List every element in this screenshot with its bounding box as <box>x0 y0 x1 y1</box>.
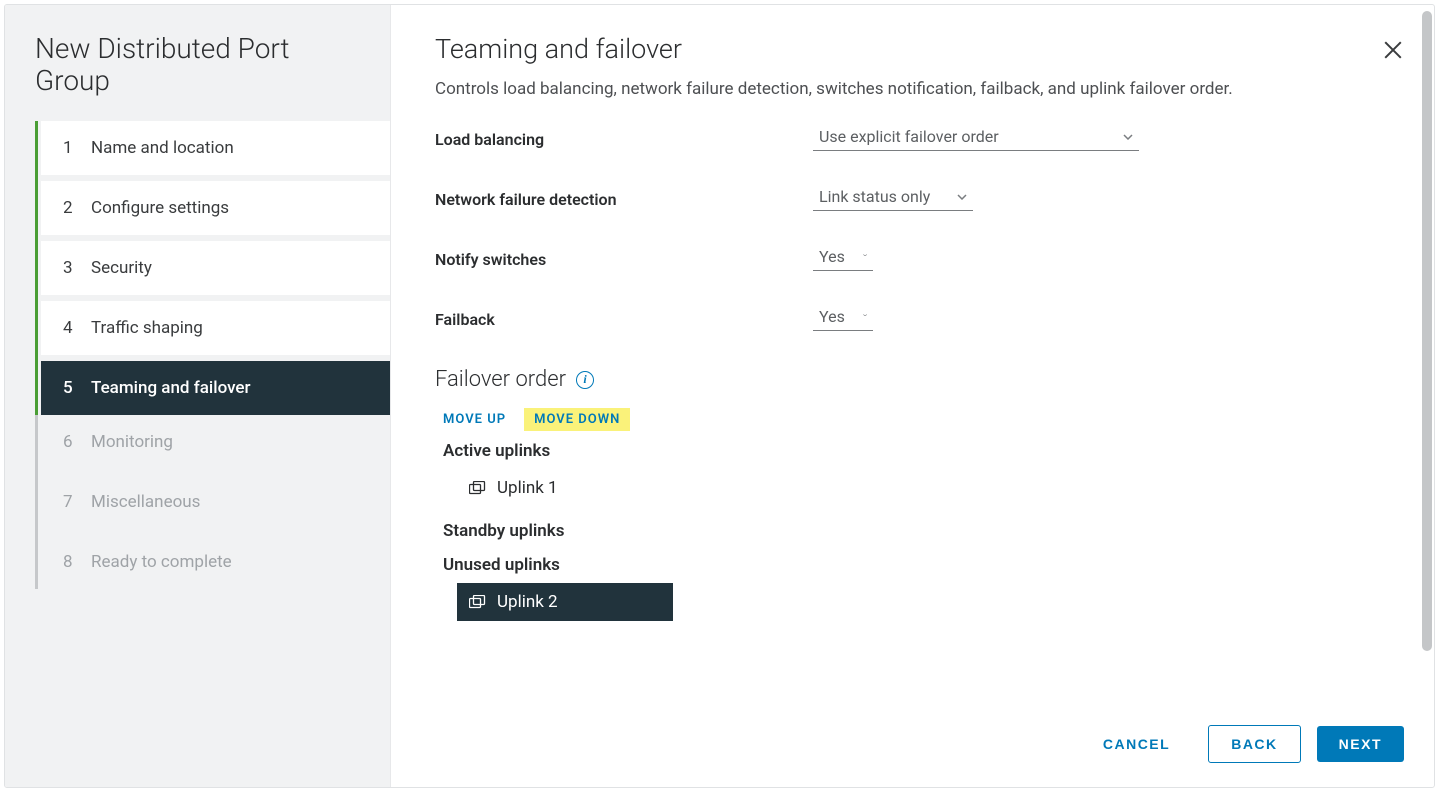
label-notify-switches: Notify switches <box>435 250 813 269</box>
next-button[interactable]: NEXT <box>1317 726 1404 762</box>
row-load-balancing: Load balancing Use explicit failover ord… <box>435 127 1394 151</box>
row-failback: Failback Yes <box>435 307 1394 331</box>
step-traffic-shaping[interactable]: 4 Traffic shaping <box>41 301 390 355</box>
uplink-label: Uplink 1 <box>497 478 558 498</box>
wizard-modal: New Distributed Port Group 1 Name and lo… <box>4 4 1435 788</box>
step-number: 8 <box>63 552 77 572</box>
steps-future-group: 6 Monitoring 7 Miscellaneous 8 Ready to … <box>35 415 390 589</box>
step-label: Configure settings <box>91 198 229 218</box>
unused-uplinks-label: Unused uplinks <box>443 555 1394 575</box>
cancel-button[interactable]: CANCEL <box>1081 726 1192 762</box>
uplink-icon <box>469 481 487 495</box>
step-label: Traffic shaping <box>91 318 203 338</box>
move-down-button[interactable]: MOVE DOWN <box>524 408 630 431</box>
select-value: Yes <box>819 247 845 266</box>
wizard-sidebar: New Distributed Port Group 1 Name and lo… <box>5 5 391 787</box>
select-load-balancing[interactable]: Use explicit failover order <box>813 127 1139 151</box>
step-number: 5 <box>63 378 77 398</box>
step-security[interactable]: 3 Security <box>41 241 390 295</box>
close-icon[interactable] <box>1382 39 1404 61</box>
step-configure-settings[interactable]: 2 Configure settings <box>41 181 390 235</box>
uplink-icon <box>469 595 487 609</box>
step-monitoring[interactable]: 6 Monitoring <box>41 415 390 469</box>
panel-title: Teaming and failover <box>435 33 1394 65</box>
step-miscellaneous[interactable]: 7 Miscellaneous <box>41 475 390 529</box>
step-label: Ready to complete <box>91 552 232 572</box>
back-button[interactable]: BACK <box>1208 725 1300 763</box>
step-label: Miscellaneous <box>91 492 200 512</box>
step-number: 7 <box>63 492 77 512</box>
select-network-failure-detection[interactable]: Link status only <box>813 187 973 211</box>
step-number: 6 <box>63 432 77 452</box>
step-number: 4 <box>63 318 77 338</box>
step-label: Monitoring <box>91 432 173 452</box>
wizard-title: New Distributed Port Group <box>5 33 390 121</box>
row-network-failure-detection: Network failure detection Link status on… <box>435 187 1394 211</box>
select-value: Link status only <box>819 187 930 206</box>
steps-completed-active-group: 1 Name and location 2 Configure settings… <box>35 121 390 415</box>
info-icon[interactable]: i <box>576 371 594 389</box>
uplink-item-uplink-1[interactable]: Uplink 1 <box>457 469 673 507</box>
uplink-item-uplink-2[interactable]: Uplink 2 <box>457 583 673 621</box>
chevron-down-icon <box>957 194 967 200</box>
chevron-down-icon <box>863 314 867 320</box>
label-failback: Failback <box>435 310 813 329</box>
select-value: Use explicit failover order <box>819 127 999 146</box>
chevron-down-icon <box>863 254 867 260</box>
label-load-balancing: Load balancing <box>435 130 813 149</box>
select-notify-switches[interactable]: Yes <box>813 247 873 271</box>
step-number: 3 <box>63 258 77 278</box>
failover-order-heading: Failover order i <box>435 367 1394 392</box>
select-value: Yes <box>819 307 845 326</box>
step-number: 2 <box>63 198 77 218</box>
wizard-content: Teaming and failover Controls load balan… <box>391 5 1434 787</box>
wizard-steps: 1 Name and location 2 Configure settings… <box>5 121 390 589</box>
move-buttons: MOVE UP MOVE DOWN <box>443 412 1394 427</box>
move-up-button[interactable]: MOVE UP <box>443 412 506 427</box>
uplink-label: Uplink 2 <box>497 592 558 612</box>
step-ready-to-complete[interactable]: 8 Ready to complete <box>41 535 390 589</box>
scrollbar[interactable] <box>1422 11 1432 651</box>
select-failback[interactable]: Yes <box>813 307 873 331</box>
standby-uplinks-label: Standby uplinks <box>443 521 1394 541</box>
step-label: Security <box>91 258 152 278</box>
wizard-footer: CANCEL BACK NEXT <box>1081 725 1404 763</box>
step-teaming-and-failover[interactable]: 5 Teaming and failover <box>41 361 390 415</box>
active-uplinks-label: Active uplinks <box>443 441 1394 461</box>
failover-order-label: Failover order <box>435 367 566 392</box>
step-name-and-location[interactable]: 1 Name and location <box>41 121 390 175</box>
row-notify-switches: Notify switches Yes <box>435 247 1394 271</box>
step-label: Name and location <box>91 138 234 158</box>
chevron-down-icon <box>1123 134 1133 140</box>
panel-description: Controls load balancing, network failure… <box>435 79 1394 99</box>
step-label: Teaming and failover <box>91 378 251 398</box>
label-network-failure-detection: Network failure detection <box>435 190 813 209</box>
step-number: 1 <box>63 138 77 158</box>
